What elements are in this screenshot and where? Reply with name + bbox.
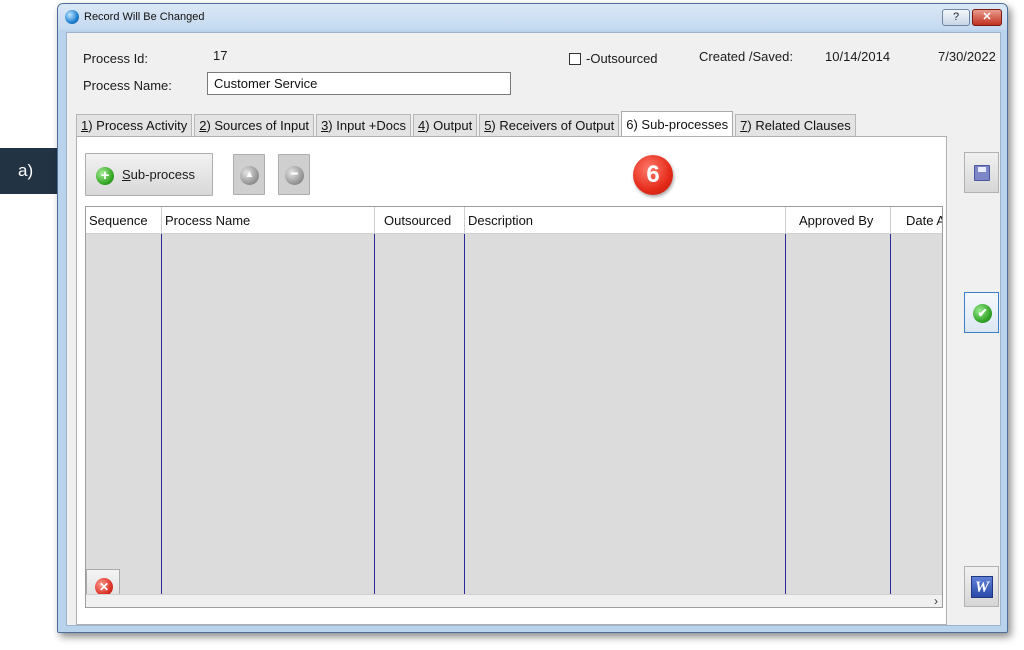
save-button[interactable]: [964, 152, 999, 193]
export-word-button[interactable]: W: [964, 566, 999, 607]
column-header-date-approved[interactable]: Date Approved: [891, 207, 942, 234]
move-up-button[interactable]: ▲: [233, 154, 265, 195]
column-header-approved-by[interactable]: Approved By: [786, 207, 891, 234]
tab-process-activity[interactable]: 1) Process Activity: [76, 114, 193, 136]
tab-input-docs[interactable]: 3) Input +Docs: [316, 114, 411, 136]
grid-header: Sequence Process Name Outsourced Descrip…: [86, 207, 942, 234]
saved-date: 7/30/2022: [938, 49, 996, 64]
close-window-button[interactable]: ✕: [972, 9, 1002, 26]
process-name-input[interactable]: [207, 72, 511, 95]
tab-label: ) Receivers of Output: [491, 118, 615, 133]
remove-subprocess-button[interactable]: ━: [278, 154, 310, 195]
tab-label: ) Related Clauses: [747, 118, 851, 133]
green-check-icon: ✔: [973, 304, 992, 323]
tab-strip: 1) Process Activity 2) Sources of Input …: [76, 111, 858, 137]
process-id-label: Process Id:: [83, 51, 149, 66]
tab-sources-of-input[interactable]: 2) Sources of Input: [194, 114, 315, 136]
outsourced-label: -Outsourced: [586, 51, 658, 66]
callout-label: a): [18, 161, 34, 180]
column-divider: [464, 234, 465, 594]
scroll-right-icon[interactable]: ›: [934, 594, 938, 607]
plus-circle-icon: +: [96, 167, 114, 185]
tab-label: ) Sources of Input: [206, 118, 310, 133]
horizontal-scrollbar[interactable]: ›: [86, 594, 942, 607]
created-saved-label: Created /Saved:: [699, 49, 793, 64]
column-divider: [374, 234, 375, 594]
process-name-label: Process Name:: [83, 78, 172, 93]
column-divider: [161, 234, 162, 594]
column-header-sequence[interactable]: Sequence: [86, 207, 162, 234]
step-number-badge: 6: [633, 155, 673, 195]
column-header-description[interactable]: Description: [465, 207, 786, 234]
app-icon: [65, 10, 79, 24]
add-subprocess-label: Sub-process: [122, 167, 195, 182]
triangle-up-icon: ▲: [240, 166, 259, 185]
tab-label: ) Sub-processes: [633, 117, 729, 132]
word-icon: W: [971, 576, 993, 598]
tab-label: ) Input +Docs: [328, 118, 406, 133]
floppy-disk-icon: [974, 165, 990, 181]
tab-related-clauses[interactable]: 7) Related Clauses: [735, 114, 856, 136]
window-title: Record Will Be Changed: [84, 11, 205, 23]
column-divider: [890, 234, 891, 594]
column-header-process-name[interactable]: Process Name: [162, 207, 375, 234]
add-subprocess-button[interactable]: + Sub-process: [85, 153, 213, 196]
process-id-value: 17: [213, 48, 228, 63]
column-divider: [785, 234, 786, 594]
dialog-body: Process Id: 17 Process Name: -Outsourced…: [66, 32, 1001, 626]
outsourced-checkbox[interactable]: [569, 53, 581, 65]
tab-output[interactable]: 4) Output: [412, 114, 478, 136]
subprocess-grid[interactable]: Sequence Process Name Outsourced Descrip…: [85, 206, 943, 608]
confirm-button[interactable]: ✔: [964, 292, 999, 333]
sub-processes-panel: + Sub-process ▲ ━ 6 Sequence Process Nam…: [76, 136, 947, 625]
created-date: 10/14/2014: [825, 49, 891, 64]
tab-label: ) Output: [425, 118, 473, 133]
tab-sub-processes[interactable]: 6) Sub-processes: [621, 111, 734, 137]
minus-circle-icon: ━: [285, 166, 304, 185]
tab-label: ) Process Activity: [88, 118, 188, 133]
title-bar: Record Will Be Changed ? ✕: [58, 4, 1007, 30]
tab-receivers-of-output[interactable]: 5) Receivers of Output: [479, 114, 620, 136]
dialog-window: Record Will Be Changed ? ✕ Process Id: 1…: [57, 3, 1008, 633]
column-header-outsourced[interactable]: Outsourced: [375, 207, 465, 234]
help-button[interactable]: ?: [942, 9, 970, 26]
